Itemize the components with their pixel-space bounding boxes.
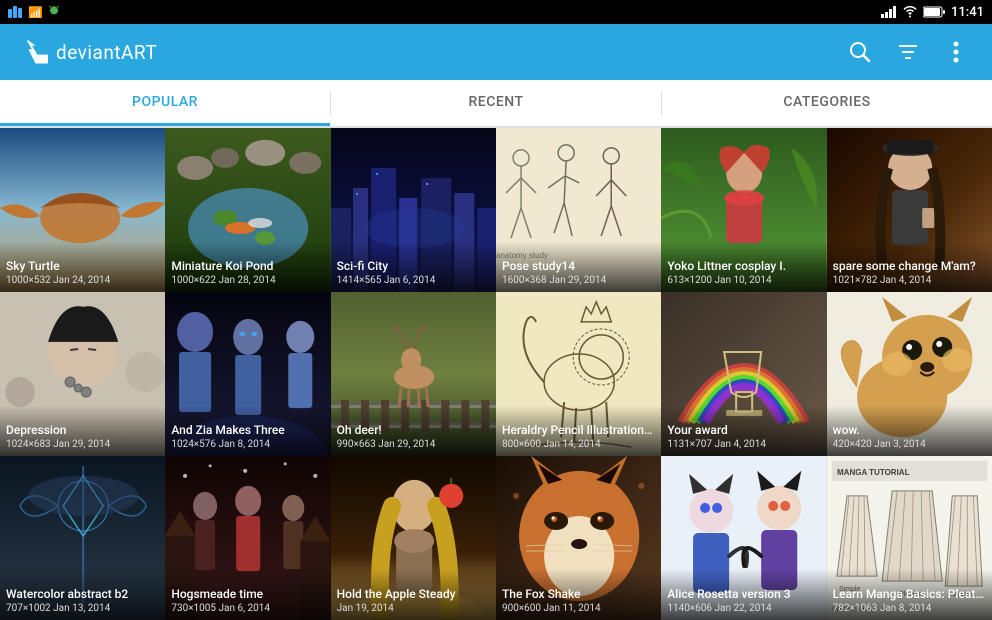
grid-item-overlay-2: Miniature Koi Pond 1000×622 Jan 28, 2014	[165, 241, 330, 292]
grid-item-meta-4: 1600×368 Jan 29, 2014	[502, 275, 655, 286]
grid-item-meta-1: 1000×532 Jan 24, 2014	[6, 275, 159, 286]
svg-text:MANGA TUTORIAL: MANGA TUTORIAL	[837, 468, 910, 477]
grid-item-15[interactable]: Hold the Apple Steady Jan 19, 2014	[331, 456, 496, 620]
tab-bar: POPULAR RECENT CATEGORIES	[0, 80, 992, 128]
grid-item-13[interactable]: Watercolor abstract b2 707×1002 Jan 13, …	[0, 456, 165, 620]
tab-popular[interactable]: POPULAR	[0, 80, 330, 126]
grid-item-meta-5: 613×1200 Jan 10, 2014	[667, 275, 820, 286]
grid-item-meta-18: 782×1063 Jan 8, 2014	[833, 603, 986, 614]
svg-text:📶: 📶	[28, 6, 42, 18]
grid-item-2[interactable]: Miniature Koi Pond 1000×622 Jan 28, 2014	[165, 128, 330, 292]
grid-item-overlay-13: Watercolor abstract b2 707×1002 Jan 13, …	[0, 569, 165, 620]
status-left-icons: 📶	[8, 6, 62, 18]
wifi-icon2: 📶	[28, 6, 42, 18]
grid-item-meta-6: 1021×782 Jan 4, 2014	[833, 275, 986, 286]
grid-item-title-4: Pose study14	[502, 259, 655, 275]
grid-item-overlay-6: spare some change M'am? 1021×782 Jan 4, …	[827, 241, 992, 292]
grid-item-overlay-4: Pose study14 1600×368 Jan 29, 2014	[496, 241, 661, 292]
grid-item-title-15: Hold the Apple Steady	[337, 587, 490, 603]
grid-item-4[interactable]: anatomy study Pose study14 1600×368 Jan …	[496, 128, 661, 292]
android-icon	[46, 6, 62, 18]
grid-item-meta-10: 800×600 Jan 14, 2014	[502, 439, 655, 450]
grid-item-overlay-10: Heraldry Pencil Illustration ramotion 80…	[496, 405, 661, 456]
grid-item-overlay-7: Depression 1024×683 Jan 29, 2014	[0, 405, 165, 456]
grid-item-title-11: Your award	[667, 423, 820, 439]
grid-item-5[interactable]: Yoko Littner cosplay I. 613×1200 Jan 10,…	[661, 128, 826, 292]
time-display: 11:41	[951, 5, 984, 20]
grid-item-17[interactable]: Alice Rosetta version 3 1140×606 Jan 22,…	[661, 456, 826, 620]
grid-item-overlay-8: And Zia Makes Three 1024×576 Jan 8, 2014	[165, 405, 330, 456]
grid-item-meta-15: Jan 19, 2014	[337, 603, 490, 614]
signal-icon	[881, 6, 897, 18]
grid-item-overlay-11: Your award 1131×707 Jan 4, 2014	[661, 405, 826, 456]
grid-item-title-17: Alice Rosetta version 3	[667, 587, 820, 603]
grid-item-overlay-14: Hogsmeade time 730×1005 Jan 6, 2014	[165, 569, 330, 620]
grid-item-title-14: Hogsmeade time	[171, 587, 324, 603]
grid-item-title-6: spare some change M'am?	[833, 259, 986, 275]
grid-item-title-7: Depression	[6, 423, 159, 439]
logo-icon	[16, 40, 48, 64]
status-right-icons: 11:41	[881, 5, 984, 20]
grid-item-18[interactable]: MANGA TUTORIAL	[827, 456, 992, 620]
app-bar: deviantART	[0, 24, 992, 80]
grid-item-14[interactable]: Hogsmeade time 730×1005 Jan 6, 2014	[165, 456, 330, 620]
grid-item-3[interactable]: Sci-fi City 1414×565 Jan 6, 2014	[331, 128, 496, 292]
grid-item-title-16: The Fox Shake	[502, 587, 655, 603]
tab-categories[interactable]: CATEGORIES	[662, 80, 992, 126]
grid-item-title-1: Sky Turtle	[6, 259, 159, 275]
filter-button[interactable]	[888, 32, 928, 72]
grid-item-title-2: Miniature Koi Pond	[171, 259, 324, 275]
app-logo: deviantART	[16, 40, 840, 64]
grid-item-overlay-18: Learn Manga Basics: Pleated Skirts 782×1…	[827, 569, 992, 620]
wifi-icon	[903, 6, 917, 18]
grid-item-overlay-17: Alice Rosetta version 3 1140×606 Jan 22,…	[661, 569, 826, 620]
grid-item-title-8: And Zia Makes Three	[171, 423, 324, 439]
grid-item-title-9: Oh deer!	[337, 423, 490, 439]
battery-icon	[923, 6, 945, 18]
grid-item-overlay-9: Oh deer! 990×663 Jan 29, 2014	[331, 405, 496, 456]
grid-item-meta-16: 900×600 Jan 11, 2014	[502, 603, 655, 614]
app-bar-actions	[840, 32, 976, 72]
grid-item-16[interactable]: The Fox Shake 900×600 Jan 11, 2014	[496, 456, 661, 620]
grid-item-title-5: Yoko Littner cosplay I.	[667, 259, 820, 275]
grid-item-meta-9: 990×663 Jan 29, 2014	[337, 439, 490, 450]
grid-item-meta-12: 420×420 Jan 3, 2014	[833, 439, 986, 450]
grid-item-meta-7: 1024×683 Jan 29, 2014	[6, 439, 159, 450]
grid-item-overlay-5: Yoko Littner cosplay I. 613×1200 Jan 10,…	[661, 241, 826, 292]
grid-item-overlay-3: Sci-fi City 1414×565 Jan 6, 2014	[331, 241, 496, 292]
status-bar: 📶 11:41	[0, 0, 992, 24]
grid-item-meta-11: 1131×707 Jan 4, 2014	[667, 439, 820, 450]
app-notification-icon	[8, 6, 24, 18]
grid-item-8[interactable]: And Zia Makes Three 1024×576 Jan 8, 2014	[165, 292, 330, 456]
grid-item-overlay-16: The Fox Shake 900×600 Jan 11, 2014	[496, 569, 661, 620]
grid-item-title-12: wow.	[833, 423, 986, 439]
grid-item-meta-13: 707×1002 Jan 13, 2014	[6, 603, 159, 614]
grid-item-1[interactable]: Sky Turtle 1000×532 Jan 24, 2014	[0, 128, 165, 292]
artwork-grid: Sky Turtle 1000×532 Jan 24, 2014	[0, 128, 992, 620]
grid-item-title-10: Heraldry Pencil Illustration ramotion	[502, 423, 655, 439]
grid-item-6[interactable]: spare some change M'am? 1021×782 Jan 4, …	[827, 128, 992, 292]
search-button[interactable]	[840, 32, 880, 72]
grid-item-overlay-12: wow. 420×420 Jan 3, 2014	[827, 405, 992, 456]
grid-item-9[interactable]: Oh deer! 990×663 Jan 29, 2014	[331, 292, 496, 456]
tab-recent[interactable]: RECENT	[331, 80, 661, 126]
grid-item-title-13: Watercolor abstract b2	[6, 587, 159, 603]
grid-item-meta-3: 1414×565 Jan 6, 2014	[337, 275, 490, 286]
grid-item-overlay-15: Hold the Apple Steady Jan 19, 2014	[331, 569, 496, 620]
grid-item-meta-14: 730×1005 Jan 6, 2014	[171, 603, 324, 614]
grid-item-overlay-1: Sky Turtle 1000×532 Jan 24, 2014	[0, 241, 165, 292]
grid-item-7[interactable]: Depression 1024×683 Jan 29, 2014	[0, 292, 165, 456]
grid-item-meta-17: 1140×606 Jan 22, 2014	[667, 603, 820, 614]
more-button[interactable]	[936, 32, 976, 72]
grid-item-title-3: Sci-fi City	[337, 259, 490, 275]
grid-item-10[interactable]: Heraldry Pencil Illustration ramotion 80…	[496, 292, 661, 456]
grid-item-meta-2: 1000×622 Jan 28, 2014	[171, 275, 324, 286]
grid-item-12[interactable]: wow. 420×420 Jan 3, 2014	[827, 292, 992, 456]
grid-item-title-18: Learn Manga Basics: Pleated Skirts	[833, 587, 986, 603]
grid-item-11[interactable]: Your award 1131×707 Jan 4, 2014	[661, 292, 826, 456]
grid-item-meta-8: 1024×576 Jan 8, 2014	[171, 439, 324, 450]
app-title: deviantART	[56, 41, 157, 64]
